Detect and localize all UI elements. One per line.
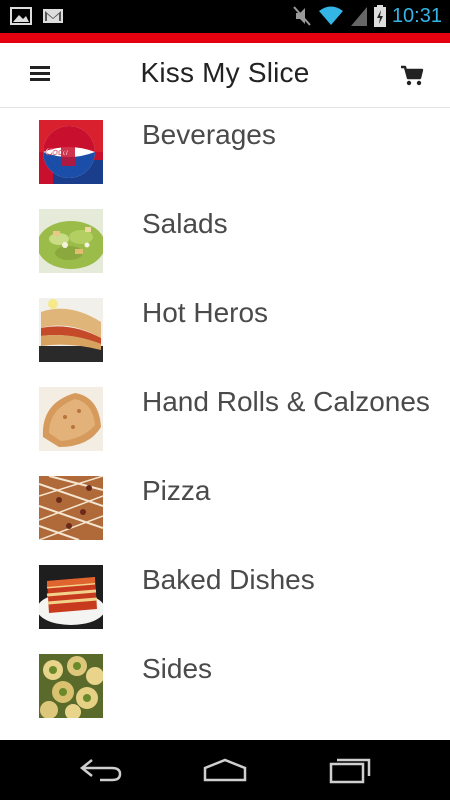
category-label: Beverages — [142, 119, 276, 150]
sides-thumbnail — [39, 654, 103, 718]
category-item-hot-heros[interactable]: Hot Heros — [0, 286, 450, 375]
category-item-salads[interactable]: Salads — [0, 197, 450, 286]
category-label: Hand Rolls & Calzones — [142, 386, 430, 417]
home-icon[interactable] — [201, 756, 249, 784]
back-icon[interactable] — [76, 756, 124, 784]
wifi-icon — [318, 6, 343, 25]
category-item-baked-dishes[interactable]: Baked Dishes — [0, 553, 450, 642]
clock: 10:31 — [391, 5, 442, 27]
signal-icon — [350, 7, 367, 26]
category-label: Sides — [142, 653, 213, 684]
category-label: Salads — [142, 208, 228, 239]
category-item-sides[interactable]: Sides — [0, 642, 450, 731]
calzones-thumbnail — [39, 387, 103, 451]
mute-icon — [293, 6, 311, 26]
category-label: Baked Dishes — [142, 564, 315, 595]
category-label: Hot Heros — [142, 297, 269, 328]
brand-accent-bar — [0, 33, 450, 43]
category-list: Coca Beverages Salads Hot Heros Hand Rol… — [0, 108, 450, 731]
status-bar: 10:31 — [0, 0, 450, 33]
battery-charging-icon — [373, 5, 386, 27]
category-item-pizza[interactable]: Pizza — [0, 464, 450, 553]
category-label: Pizza — [142, 475, 211, 506]
baked-dishes-thumbnail — [39, 565, 103, 629]
category-item-hand-rolls-calzones[interactable]: Hand Rolls & Calzones — [0, 375, 450, 464]
app-header: Kiss My Slice — [0, 43, 450, 108]
beverages-thumbnail: Coca — [39, 120, 103, 184]
shopping-cart-icon[interactable] — [400, 65, 424, 87]
pizza-thumbnail — [39, 476, 103, 540]
system-navigation-bar — [0, 740, 450, 800]
app-title: Kiss My Slice — [140, 57, 310, 88]
system-status: 10:31 — [292, 4, 442, 28]
gmail-notification-icon — [43, 9, 63, 23]
recent-apps-icon[interactable] — [327, 756, 375, 784]
category-item-beverages[interactable]: Coca Beverages — [0, 108, 450, 197]
svg-text:Coca: Coca — [45, 146, 69, 158]
hot-heros-thumbnail — [39, 298, 103, 362]
notification-icons — [10, 6, 64, 26]
gallery-notification-icon — [10, 7, 32, 25]
salads-thumbnail — [39, 209, 103, 273]
